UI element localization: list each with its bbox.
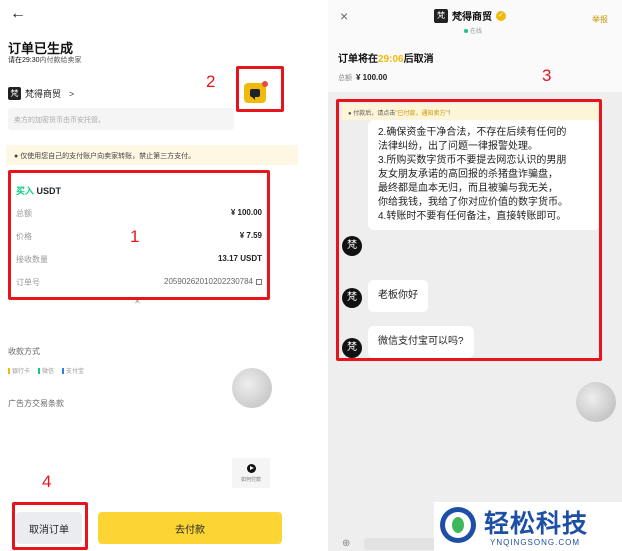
bank-color-bar <box>8 368 10 375</box>
merchant-name: 梵得商贸 <box>452 12 492 23</box>
plus-icon[interactable]: ⊕ <box>342 538 350 549</box>
online-label: 在线 <box>470 29 483 35</box>
merchant-name: 梵得商贸 <box>25 89 62 99</box>
watermark-text: 轻松科技 <box>484 510 589 538</box>
go-pay-button[interactable]: 去付款 <box>98 512 282 544</box>
play-icon <box>246 463 256 473</box>
payment-method-label: 收款方式 <box>8 347 40 356</box>
how-to-pay-label: 如何付款 <box>240 476 261 483</box>
payment-deadline-time: 请在29:30 <box>8 57 40 64</box>
watermark-subtext: YNQINGSONG.COM <box>490 538 581 547</box>
online-dot-icon <box>464 29 468 34</box>
countdown-prefix: 订单将在 <box>338 54 378 65</box>
verified-icon: ✓ <box>496 10 506 21</box>
report-link[interactable]: 举报 <box>592 14 608 25</box>
cancel-countdown: 订单将在29:06后取消 <box>338 50 434 65</box>
pay-method-label: 微信 <box>42 369 55 375</box>
panel-gap <box>302 0 328 551</box>
merchant-row[interactable]: 梵 梵得商贸 > <box>8 87 74 100</box>
order-total: 总额 ¥ 100.00 <box>338 73 387 83</box>
chat-merchant-header: 梵 梵得商贸 ✓ <box>434 8 506 23</box>
annotation-number-4: 4 <box>42 472 52 491</box>
close-icon[interactable]: × <box>340 8 348 24</box>
countdown-time: 29:06 <box>378 54 404 65</box>
annotation-number-1: 1 <box>130 227 140 246</box>
payment-deadline-hint: 请在29:30内付款给卖家 <box>8 55 82 65</box>
floating-assistive-button[interactable] <box>232 368 272 408</box>
terms-label: 广告方交易条款 <box>8 399 64 408</box>
pay-method-alipay: 支付宝 <box>62 366 84 375</box>
pay-method-label: 支付宝 <box>66 369 85 375</box>
escrow-notice: 卖方的加密货币由币安托管。 <box>8 108 234 130</box>
info-icon: ● <box>14 153 19 160</box>
countdown-suffix: 后取消 <box>403 54 434 65</box>
online-status: 在线 <box>464 26 482 35</box>
floating-assistive-button[interactable] <box>576 382 616 422</box>
alipay-color-bar <box>62 368 65 375</box>
payment-deadline-text: 内付款给卖家 <box>39 57 82 64</box>
wechat-color-bar <box>38 368 41 375</box>
how-to-pay-button[interactable]: 如何付款 <box>232 458 270 488</box>
pay-method-label: 银行卡 <box>12 369 31 375</box>
annotation-box-4 <box>12 502 88 550</box>
annotation-number-2: 2 <box>206 72 216 91</box>
chevron-right-icon: > <box>69 88 75 99</box>
pay-method-bank: 银行卡 <box>8 366 30 375</box>
annotation-box-2 <box>236 66 284 112</box>
watermark-logo <box>440 507 476 543</box>
annotation-box-3 <box>336 99 602 361</box>
payment-warning-banner: ● 仅使用您自己的支付账户向卖家转账，禁止第三方支付。 <box>6 145 298 165</box>
merchant-logo: 梵 <box>434 8 448 23</box>
merchant-logo: 梵 <box>8 87 21 100</box>
total-value: ¥ 100.00 <box>356 73 388 82</box>
total-label: 总额 <box>338 75 352 82</box>
back-arrow-icon[interactable]: ← <box>10 6 26 22</box>
payment-method-list: 银行卡 微信 支付宝 <box>8 366 84 375</box>
annotation-number-3: 3 <box>542 66 552 85</box>
pay-method-wechat: 微信 <box>38 366 54 375</box>
payment-warning-text: 仅使用您自己的支付账户向卖家转账，禁止第三方支付。 <box>20 153 196 160</box>
